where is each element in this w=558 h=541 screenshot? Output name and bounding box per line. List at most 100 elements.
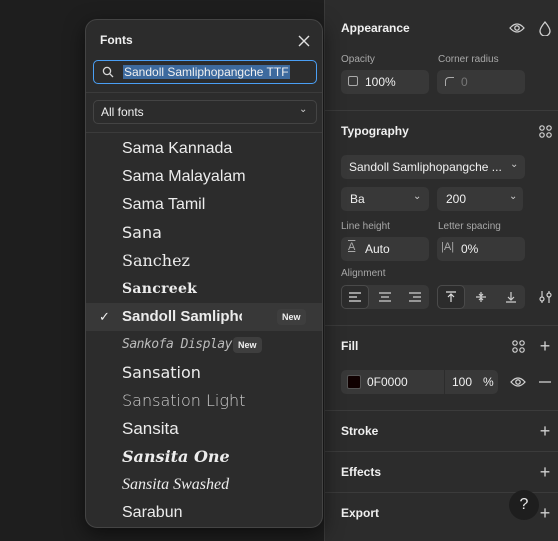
close-icon (298, 35, 310, 47)
font-search-input[interactable]: Sandoll Samliphopangche TTF (93, 60, 317, 84)
font-family-dropdown[interactable]: Sandoll Samliphopangche ... ⌄ (341, 155, 525, 179)
font-item-sansita[interactable]: Sansita (86, 415, 322, 443)
align-top-button[interactable] (437, 285, 465, 309)
font-style-value: Ba (350, 192, 365, 206)
letter-spacing-value: 0% (461, 242, 479, 256)
font-item-label: Sama Malayalam (122, 168, 246, 185)
align-middle-button[interactable] (467, 285, 495, 309)
font-item-label: Sancreek (122, 281, 198, 297)
export-title: Export (341, 506, 380, 520)
fill-opacity-unit: % (483, 375, 494, 389)
font-item-sancreek[interactable]: Sancreek (86, 275, 322, 303)
align-right-button[interactable] (401, 285, 429, 309)
align-right-icon (409, 292, 421, 302)
font-item-sankofa-display[interactable]: Sankofa Display New (86, 331, 322, 359)
help-icon: ? (519, 496, 529, 513)
line-height-value: Auto (365, 242, 390, 256)
fonts-popup: Fonts Sandoll Samliphopangche TTF All fo… (85, 19, 323, 528)
new-badge: New (277, 309, 306, 325)
remove-fill-icon[interactable] (537, 374, 553, 390)
eye-icon[interactable] (509, 374, 527, 390)
popup-divider (86, 92, 322, 93)
font-size-field[interactable]: 200 ⌄ (437, 187, 525, 211)
appearance-title: Appearance (341, 21, 410, 35)
add-stroke-icon[interactable]: + (537, 421, 553, 441)
align-center-icon (379, 292, 391, 302)
font-style-dropdown[interactable]: Ba ⌄ (341, 187, 429, 211)
chevron-down-icon: ⌄ (509, 191, 518, 202)
add-effect-icon[interactable]: + (537, 462, 553, 482)
opacity-field[interactable]: 100% (341, 70, 429, 94)
font-item-sanchez[interactable]: Sanchez (86, 247, 322, 275)
effects-title: Effects (341, 465, 382, 479)
font-item-label: Sansita One (122, 447, 230, 466)
corner-radius-field[interactable]: 0 (437, 70, 525, 94)
align-left-icon (349, 292, 361, 302)
font-item-sarabun[interactable]: Sarabun (86, 499, 322, 527)
font-search-value: Sandoll Samliphopangche TTF (123, 65, 290, 79)
font-item-label: Sama Kannada (122, 140, 233, 157)
opacity-value: 100% (365, 75, 396, 89)
align-top-icon (446, 291, 456, 302)
font-item-sansita-swashed[interactable]: Sansita Swashed (86, 471, 322, 499)
line-height-field[interactable]: A Auto (341, 237, 429, 261)
align-bottom-button[interactable] (497, 285, 525, 309)
fill-styles-icon[interactable] (510, 338, 526, 354)
opacity-icon (348, 76, 358, 86)
corner-radius-label: Corner radius (438, 54, 499, 65)
font-item-label: Sansita (122, 419, 179, 438)
font-item-sandoll-samliphopangche[interactable]: ✓ Sandoll Samliphopangche New (86, 303, 322, 331)
fill-swatch[interactable] (347, 375, 361, 389)
line-height-label: Line height (341, 221, 390, 232)
line-height-icon: A (348, 241, 356, 253)
font-item-label: Sansation Light (122, 391, 246, 410)
align-middle-icon (476, 292, 486, 302)
font-item-label: Sarabun (122, 504, 183, 521)
fonts-popup-title: Fonts (100, 33, 133, 47)
fill-opacity-value: 100 (452, 375, 473, 389)
fill-title: Fill (341, 339, 359, 353)
font-item-sansation[interactable]: Sansation (86, 359, 322, 387)
section-divider (325, 110, 558, 111)
font-filter-dropdown[interactable]: All fonts ⌄ (93, 100, 317, 124)
field-separator (444, 370, 445, 394)
corner-radius-icon (445, 77, 454, 86)
font-item-sama-kannada[interactable]: Sama Kannada (86, 135, 322, 163)
type-styles-icon[interactable] (537, 123, 553, 139)
font-item-label: Sama Tamil (122, 196, 206, 213)
font-size-value: 200 (446, 192, 467, 206)
add-export-icon[interactable]: + (537, 503, 553, 523)
alignment-label: Alignment (341, 268, 386, 279)
font-item-sansation-light[interactable]: Sansation Light (86, 387, 322, 415)
close-button[interactable] (295, 32, 313, 50)
opacity-label: Opacity (341, 54, 375, 65)
align-left-button[interactable] (341, 285, 369, 309)
type-settings-icon[interactable] (537, 288, 553, 306)
new-badge: New (233, 337, 262, 353)
font-item-label: Sansita Swashed (122, 476, 230, 493)
eye-icon[interactable] (507, 20, 527, 36)
add-fill-icon[interactable]: + (537, 336, 553, 356)
font-item-sama-malayalam[interactable]: Sama Malayalam (86, 163, 322, 191)
font-item-sama-tamil[interactable]: Sama Tamil (86, 191, 322, 219)
font-item-sansita-one[interactable]: Sansita One (86, 443, 322, 471)
vertical-align-group (437, 285, 525, 309)
align-bottom-icon (506, 292, 516, 303)
letter-spacing-label: Letter spacing (438, 221, 501, 232)
drop-icon[interactable] (537, 19, 553, 37)
section-divider (325, 325, 558, 326)
checkmark-icon: ✓ (99, 309, 110, 324)
font-family-value: Sandoll Samliphopangche ... (349, 160, 502, 174)
inspector-panel: Appearance Opacity Corner radius 100% 0 … (324, 0, 558, 541)
popup-divider (86, 132, 322, 133)
stroke-title: Stroke (341, 424, 379, 438)
fill-color-field[interactable]: 0F0000 100 % (341, 370, 498, 394)
help-button[interactable]: ? (509, 490, 539, 520)
font-item-sana[interactable]: Sana (86, 219, 322, 247)
horizontal-align-group (341, 285, 429, 309)
chevron-down-icon: ⌄ (299, 104, 308, 115)
align-center-button[interactable] (371, 285, 399, 309)
letter-spacing-field[interactable]: |A| 0% (437, 237, 525, 261)
fill-hex-value: 0F0000 (367, 375, 408, 389)
corner-radius-value: 0 (461, 75, 468, 89)
